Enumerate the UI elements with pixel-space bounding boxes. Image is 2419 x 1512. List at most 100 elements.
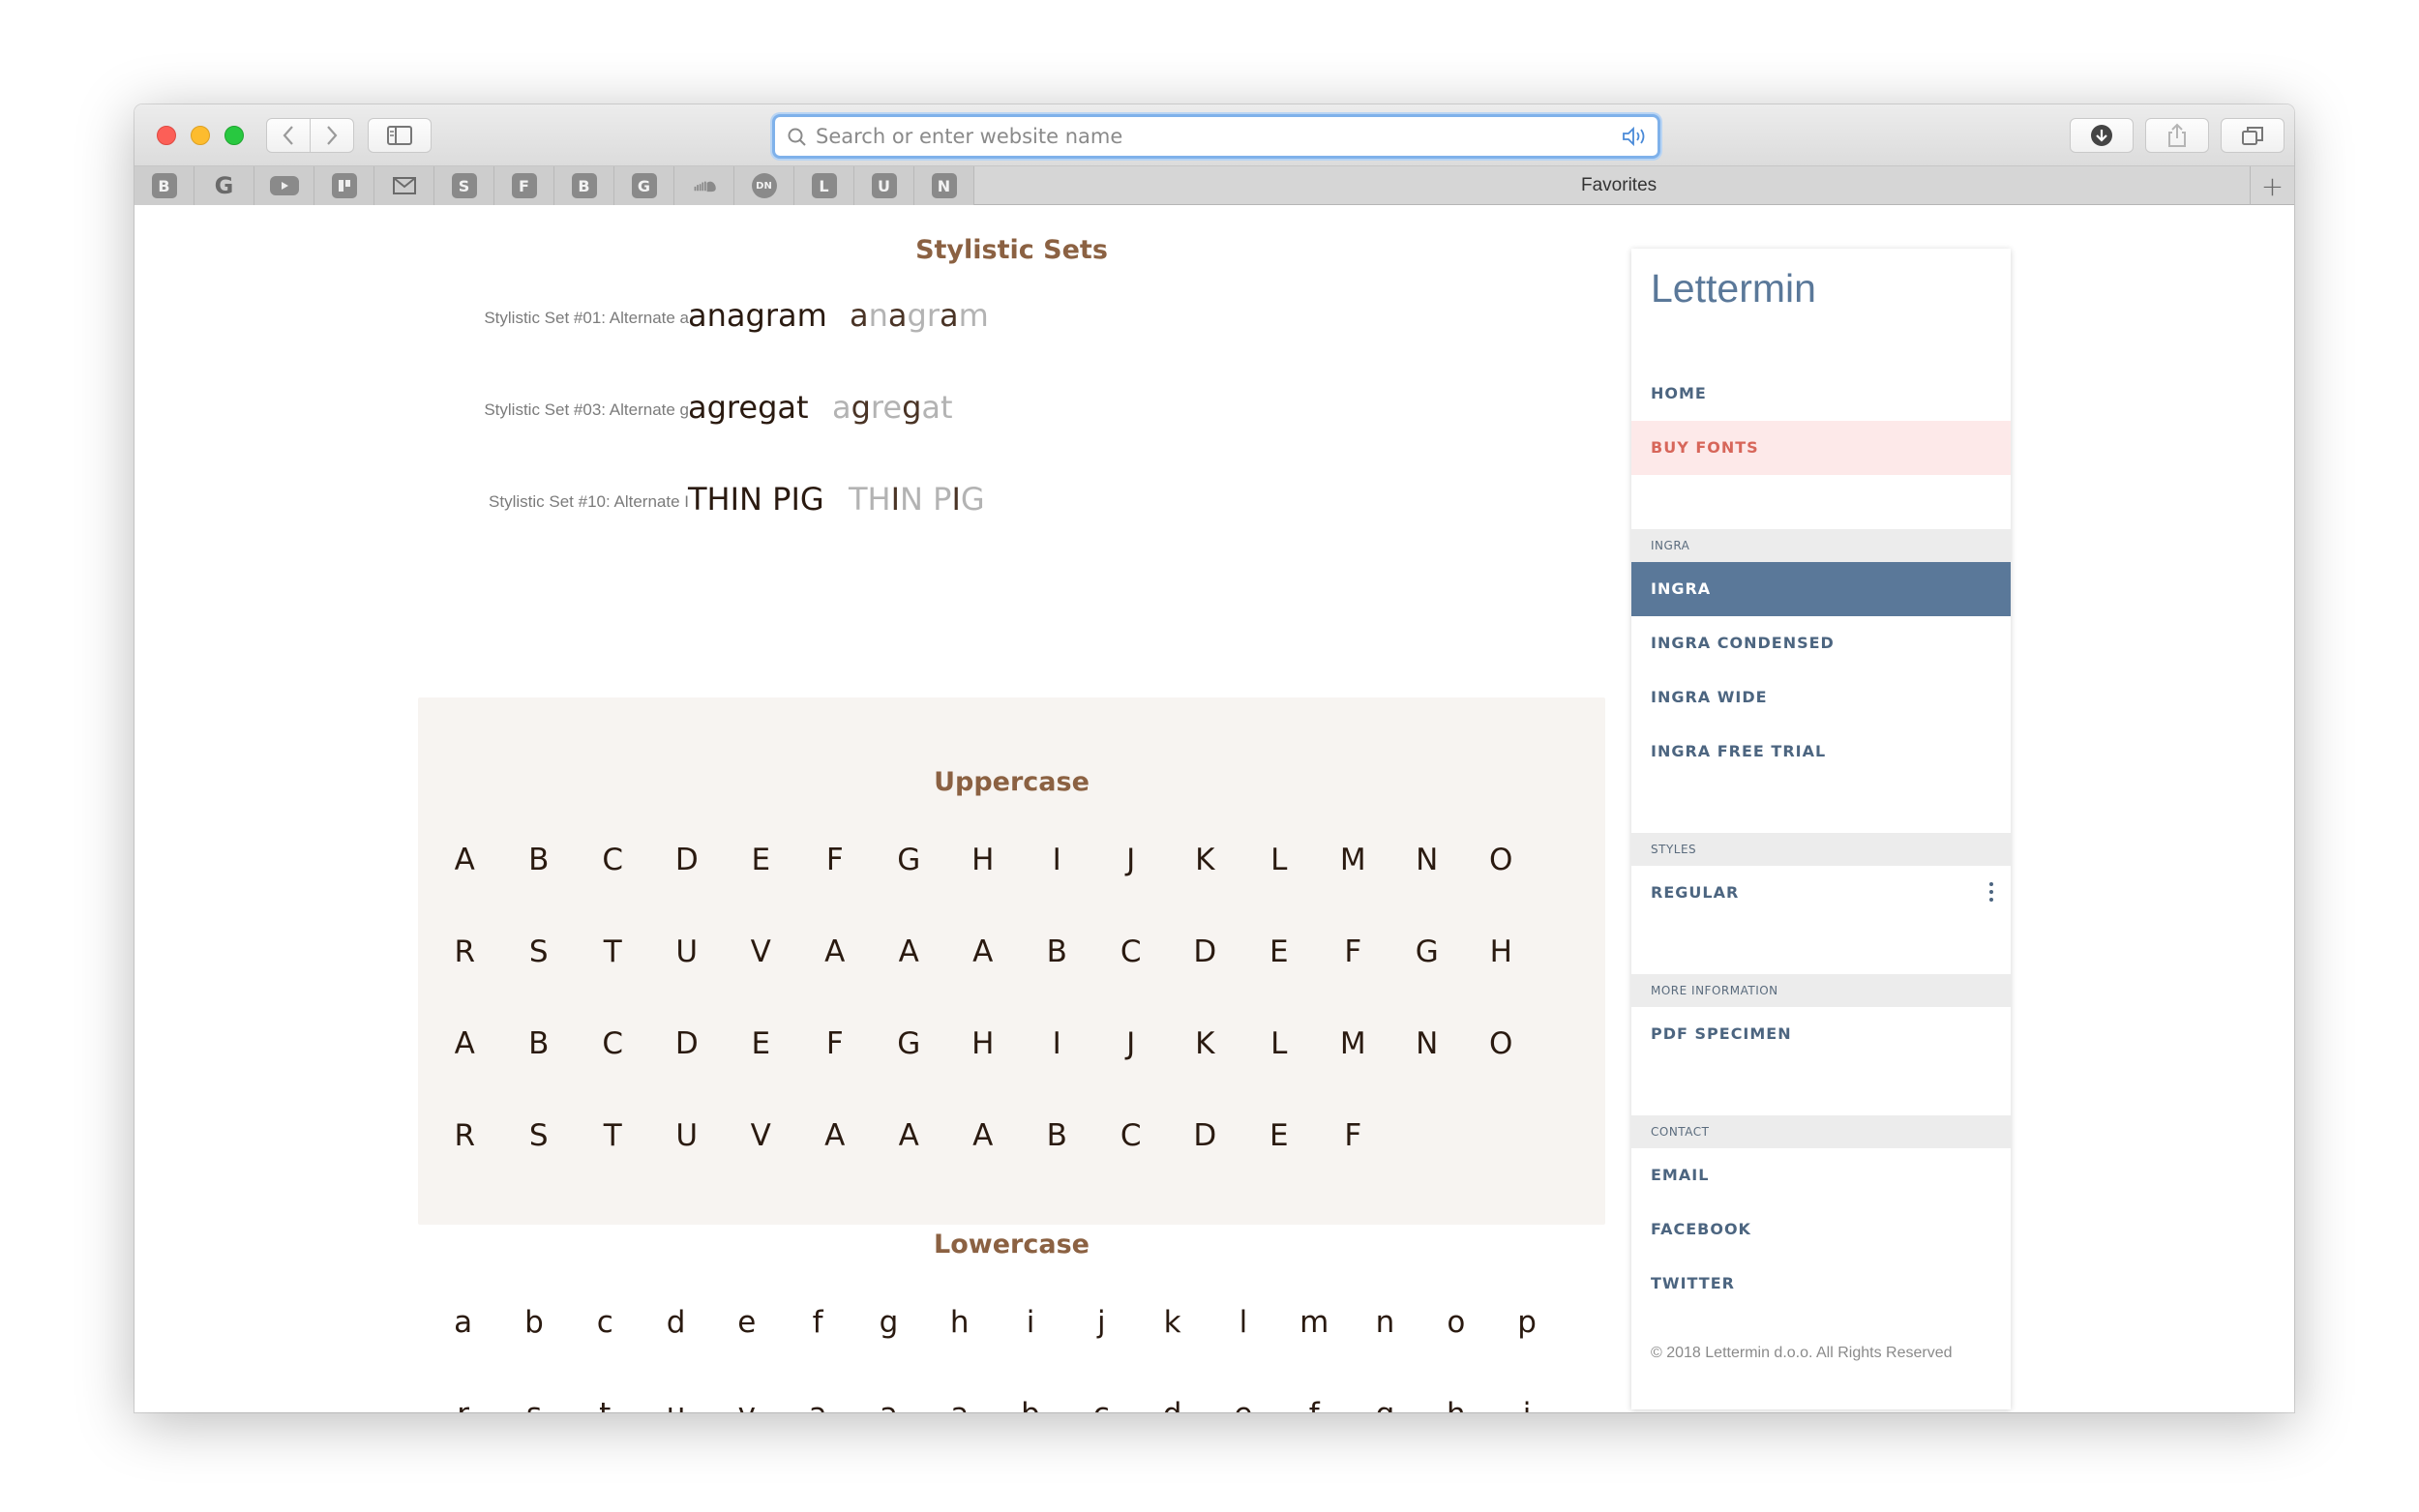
glyph-cell: a [853,1395,924,1412]
nav-email[interactable]: EMAIL [1631,1148,2011,1202]
favorite-item[interactable]: G [194,166,254,205]
glyph: T [849,481,868,518]
glyph-cell: R [454,1118,476,1153]
glyph-cell: A [972,934,994,969]
glyph-cell: C [602,843,624,877]
glyph: a [850,297,869,334]
favorite-item[interactable] [374,166,434,205]
soundcloud-icon [692,173,717,198]
speaker-icon[interactable] [1621,126,1648,147]
downloads-button[interactable] [2070,118,2134,153]
section-header-ingra: INGRA [1631,529,2011,562]
glyph-cell: G [897,1026,921,1061]
glyph-cell: f [812,1305,823,1340]
address-bar[interactable] [772,114,1660,159]
favorite-item[interactable]: L [794,166,854,205]
bookmark-u-icon: U [871,173,897,198]
glyph-cell: m [1299,1305,1329,1340]
stylistic-set-alternate: agregat [832,389,953,426]
nav-facebook[interactable]: FACEBOOK [1631,1202,2011,1257]
url-input[interactable] [816,123,1609,150]
nav-ingra-free-trial[interactable]: INGRA FREE TRIAL [1631,725,2011,779]
nav-ingra-condensed[interactable]: INGRA CONDENSED [1631,616,2011,670]
uppercase-title: Uppercase [934,767,1090,797]
glyph: n [868,297,888,334]
glyph-cell: U [675,934,699,969]
close-window-button[interactable] [157,126,176,145]
bookmark-g-icon: G [631,173,657,198]
glyph: e [882,389,903,426]
lowercase-title: Lowercase [934,1230,1090,1260]
share-icon [2168,123,2186,147]
glyph-cell: B [528,1026,550,1061]
nav-style-regular[interactable]: REGULAR [1631,866,2011,920]
zoom-window-button[interactable] [224,126,244,145]
mail-icon [392,173,417,198]
glyph-cell: e [737,1305,757,1340]
nav-ingra[interactable]: INGRA [1631,562,2011,616]
favorite-item[interactable]: U [854,166,914,205]
glyph-cell: L [1270,843,1288,877]
favorite-item[interactable]: B [134,166,194,205]
glyph: N [900,481,923,518]
glyph-cell: A [898,934,919,969]
google-icon: G [214,172,234,199]
glyph-cell: l [1239,1305,1248,1340]
glyph-cell: s [498,1395,569,1412]
glyph-cell: D [674,1026,699,1061]
bookmark-f-icon: F [511,173,537,198]
glyph-cell: e [1208,1395,1278,1412]
favorite-item[interactable] [674,166,734,205]
glyph-cell: g [1350,1395,1420,1412]
glyph-cell: G [897,843,921,877]
share-button[interactable] [2145,118,2209,153]
favorite-item[interactable]: F [494,166,554,205]
copyright-notice: © 2018 Lettermin d.o.o. All Rights Reser… [1651,1345,1953,1361]
glyph-cell: F [825,1026,844,1061]
minimize-window-button[interactable] [191,126,210,145]
lowercase-grid: abcdefghijklmnoprstuvaaabcdefghi [428,1303,1589,1412]
glyph-cell: N [1416,1026,1439,1061]
nav-ingra-wide[interactable]: INGRA WIDE [1631,670,2011,725]
favorite-item[interactable]: S [434,166,494,205]
brand-logo[interactable]: Lettermin [1651,266,1816,311]
glyph-cell: J [1126,1026,1136,1061]
glyph-cell: j [1097,1305,1106,1340]
sidebar-icon [387,126,412,145]
section-header-contact: CONTACT [1631,1115,2011,1148]
nav-twitter[interactable]: TWITTER [1631,1257,2011,1311]
favorites-label: Favorites [1581,175,1657,195]
glyph-cell: I [1052,843,1061,877]
new-tab-button[interactable]: + [2250,166,2294,205]
glyph-cell: f [1279,1395,1350,1412]
search-icon [788,128,806,146]
glyph-cell: g [879,1305,899,1340]
glyph-cell: H [971,1026,995,1061]
nav-buy-fonts[interactable]: BUY FONTS [1631,421,2011,475]
nav-home[interactable]: HOME [1631,367,2011,421]
glyph-cell: D [674,843,699,877]
more-options-icon[interactable] [1989,882,1993,902]
bookmark-b-icon: B [571,173,597,198]
browser-window: B G S F B G DN L U N Favorites + Stylist… [134,104,2294,1412]
forward-button[interactable] [310,118,354,153]
favorite-item[interactable] [314,166,374,205]
favorite-item[interactable]: G [614,166,674,205]
show-tabs-button[interactable] [2221,118,2285,153]
glyph: m [958,297,989,334]
uppercase-grid: A B C D E F G H I J K L M N O R S T U V A A A B C D E F G H A B C D E F G H I J… [428,841,1589,1208]
glyph-cell: h [949,1305,970,1340]
glyph-cell: o [1447,1305,1466,1340]
favorite-item[interactable] [254,166,314,205]
nav-pdf-specimen[interactable]: PDF SPECIMEN [1631,1007,2011,1061]
glyph-cell: a [924,1395,995,1412]
glyph-cell: t [570,1395,641,1412]
glyph-cell: C [1120,934,1142,969]
glyph-cell: E [1269,1118,1289,1153]
glyph-cell: p [1517,1305,1537,1340]
favorite-item[interactable]: N [914,166,974,205]
back-button[interactable] [266,118,311,153]
favorite-item[interactable]: DN [734,166,794,205]
sidebar-toggle-button[interactable] [368,118,432,153]
favorite-item[interactable]: B [554,166,614,205]
